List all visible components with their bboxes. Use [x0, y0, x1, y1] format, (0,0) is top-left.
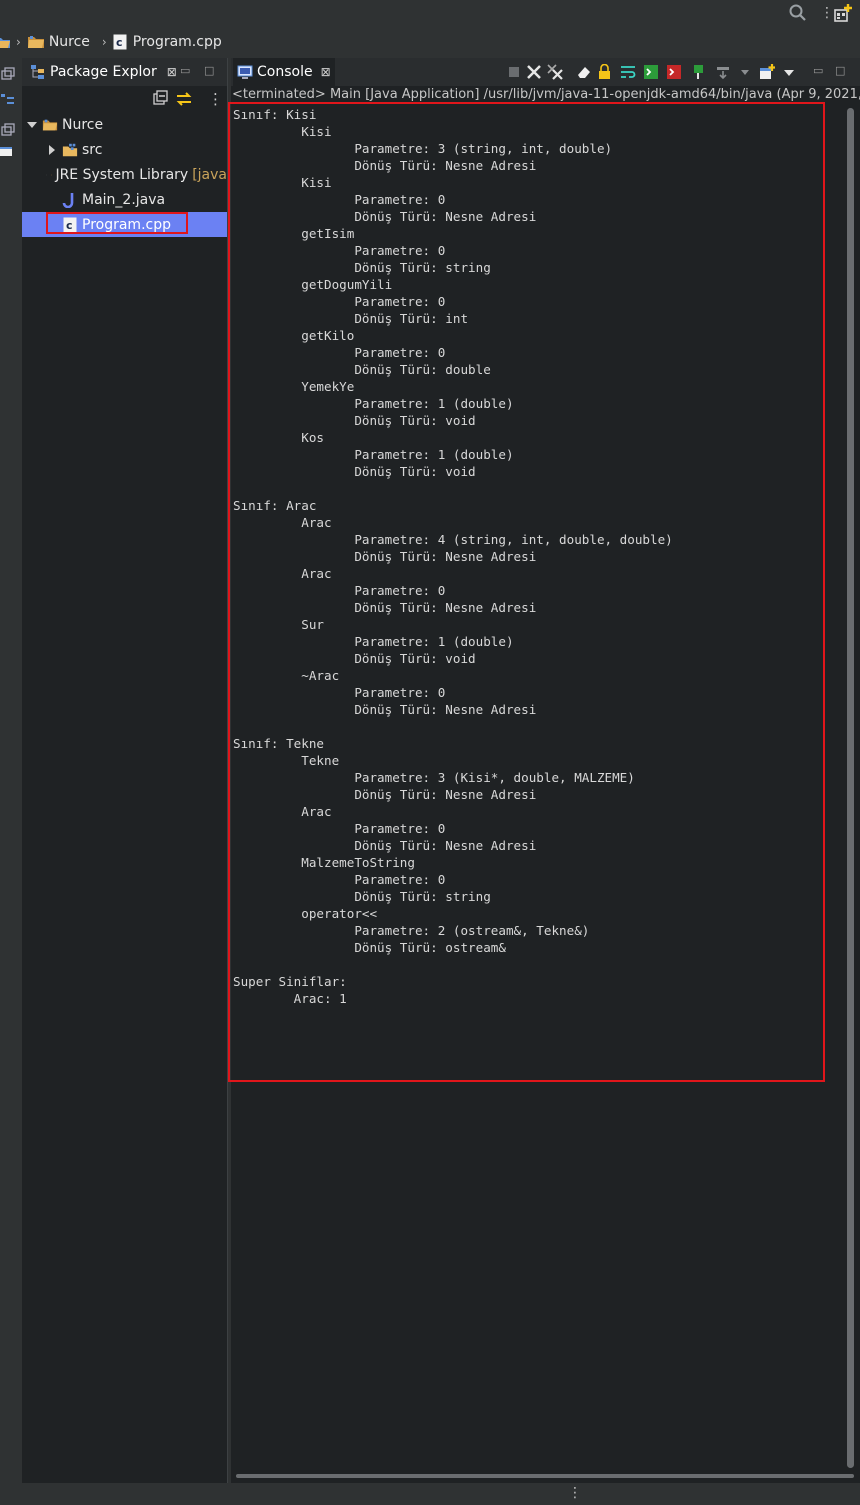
breadcrumb-separator: ›	[16, 35, 21, 49]
annotation-highlight-box	[46, 212, 188, 234]
collapsed-arrow-icon[interactable]	[46, 169, 47, 181]
tree-item-suffix: [java	[192, 166, 227, 183]
tree-item-main-java[interactable]: Main_2.java	[22, 187, 227, 212]
package-folder-icon	[62, 143, 78, 156]
status-bar: ⋮	[0, 1483, 860, 1505]
tree-item-jre-library[interactable]: JRE System Library [java	[22, 162, 227, 187]
show-console-stderr-icon[interactable]	[666, 64, 682, 80]
outline-view-icon[interactable]	[0, 92, 16, 108]
tree-item-label: src	[82, 141, 103, 158]
expanded-arrow-icon[interactable]	[26, 119, 38, 131]
clear-console-icon[interactable]	[576, 64, 592, 80]
search-icon[interactable]	[789, 4, 807, 22]
tab-package-explorer[interactable]: Package Explor ⊠	[26, 58, 181, 86]
horizontal-scrollbar[interactable]	[236, 1474, 854, 1478]
link-with-editor-icon[interactable]	[175, 90, 193, 108]
java-file-icon	[62, 192, 74, 208]
tree-item-program-cpp[interactable]: c Program.cpp	[22, 212, 227, 237]
collapse-all-icon[interactable]	[152, 90, 170, 108]
tree-item-label: Main_2.java	[82, 191, 166, 208]
close-icon[interactable]: ⊠	[167, 65, 177, 79]
minimize-icon[interactable]: ▭	[180, 64, 192, 77]
tree-item-label: Nurce	[62, 116, 104, 133]
cpp-file-icon: c	[113, 34, 127, 50]
console-view: Console ⊠ ▭ □ <terminated> Main [Java Ap…	[228, 58, 860, 1483]
tab-console-label: Console	[257, 64, 313, 80]
folder-icon	[0, 35, 10, 49]
remove-launch-icon[interactable]	[526, 64, 542, 80]
project-folder-icon	[42, 119, 58, 130]
show-console-stdout-icon[interactable]	[643, 64, 659, 80]
annotation-highlight-box	[228, 102, 825, 1082]
breadcrumb-file-label: Program.cpp	[132, 34, 222, 50]
restore-view-icon[interactable]	[0, 122, 16, 138]
close-icon[interactable]: ⊠	[321, 65, 331, 79]
collapsed-arrow-icon[interactable]	[46, 144, 58, 156]
project-tree: Nurce src JRE System Library [java Main_…	[22, 112, 227, 237]
console-tabbar: Console ⊠ ▭ □	[231, 58, 860, 86]
terminate-icon[interactable]	[506, 64, 522, 80]
minimize-icon[interactable]: ▭	[813, 64, 829, 80]
breadcrumb-project[interactable]: Nurce	[27, 34, 90, 50]
project-folder-icon	[27, 36, 44, 48]
maximize-icon[interactable]: □	[835, 64, 851, 80]
view-menu-icon[interactable]: ⋮	[208, 90, 226, 108]
word-wrap-icon[interactable]	[620, 64, 636, 80]
breadcrumb-file[interactable]: c Program.cpp	[113, 34, 222, 50]
display-selected-console-icon[interactable]	[715, 64, 731, 80]
status-bar-handle-icon[interactable]: ⋮	[568, 1485, 582, 1501]
dropdown-arrow-icon[interactable]	[737, 64, 753, 80]
tree-item-project[interactable]: Nurce	[22, 112, 227, 137]
open-console-icon[interactable]	[759, 64, 775, 80]
breadcrumb-separator: ›	[101, 35, 107, 49]
restore-view-icon[interactable]	[0, 66, 16, 82]
scroll-lock-icon[interactable]	[597, 64, 613, 80]
more-options-icon[interactable]: ⋮	[820, 3, 834, 23]
remove-all-terminated-icon[interactable]	[547, 64, 563, 80]
left-trim-bar	[0, 58, 20, 1483]
package-explorer-toolbar: ⋮	[22, 86, 227, 112]
pin-console-icon[interactable]	[692, 64, 708, 80]
tab-console[interactable]: Console ⊠	[233, 58, 335, 86]
tree-item-src[interactable]: src	[22, 137, 227, 162]
breadcrumb: › Nurce › c Program.cpp	[0, 28, 860, 56]
package-explorer-view: Package Explor ⊠ ▭ □ ⋮ Nurce src JRE Sys…	[22, 58, 228, 1483]
package-explorer-tabbar: Package Explor ⊠ ▭ □	[22, 58, 227, 86]
svg-text:c: c	[116, 36, 123, 49]
library-icon	[50, 174, 52, 175]
console-icon	[237, 65, 253, 79]
task-list-icon[interactable]	[0, 144, 16, 160]
maximize-icon[interactable]: □	[204, 64, 216, 77]
vertical-scrollbar[interactable]	[847, 108, 854, 1468]
breadcrumb-project-label: Nurce	[48, 34, 90, 50]
scrollbar-thumb[interactable]	[847, 108, 854, 1468]
dropdown-arrow-icon[interactable]	[781, 64, 797, 80]
tab-package-explorer-label: Package Explor	[50, 64, 157, 80]
package-explorer-icon	[31, 65, 44, 79]
open-perspective-icon[interactable]	[833, 3, 853, 23]
tree-item-label: JRE System Library	[55, 166, 189, 183]
main-toolbar: ⋮	[0, 0, 860, 28]
